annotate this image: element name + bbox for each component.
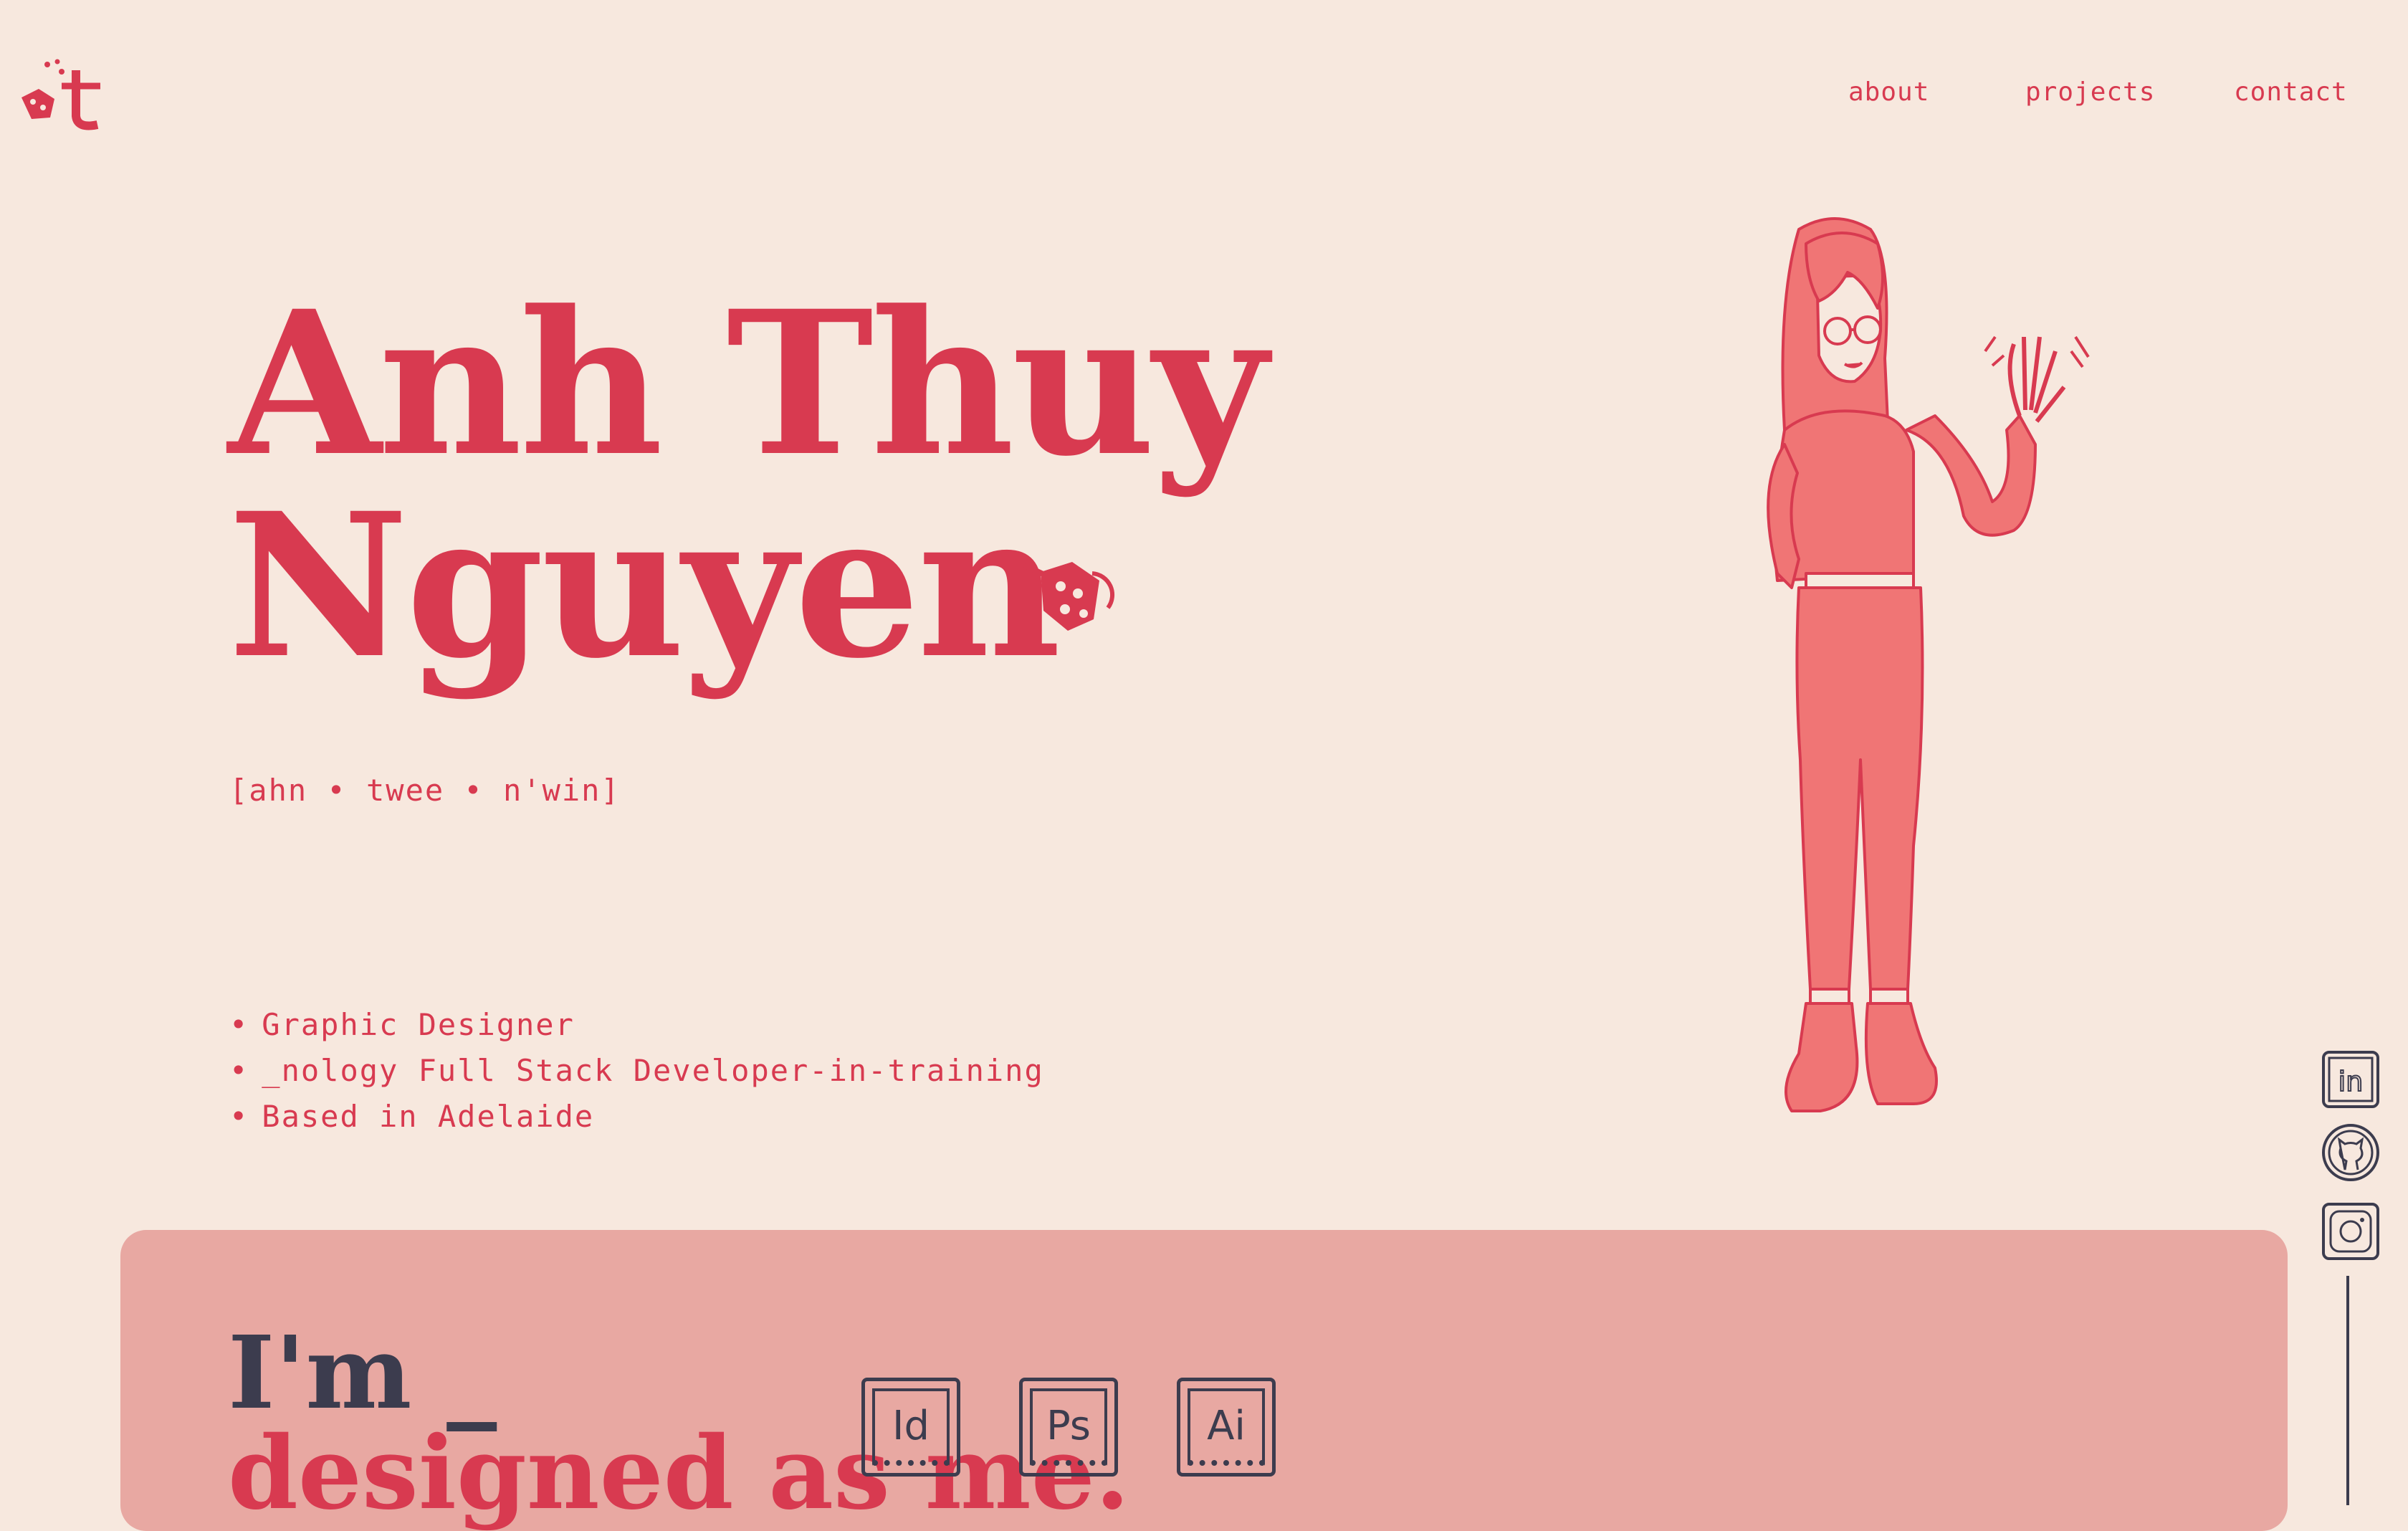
tool-label: Ai — [1188, 1388, 1265, 1466]
hero-last-name: Nguyen — [228, 470, 1061, 702]
character-illustration — [1767, 217, 2090, 1112]
linkedin-icon[interactable]: in — [2321, 1049, 2381, 1110]
nav-about[interactable]: about — [1848, 77, 1929, 107]
social-divider-line — [2346, 1276, 2349, 1505]
indesign-icon: Id — [861, 1378, 960, 1477]
github-icon[interactable] — [2321, 1122, 2381, 1183]
intro-heading: I'm _ — [228, 1315, 497, 1432]
role-item: Graphic Designer — [229, 1002, 1044, 1048]
tool-label: Id — [872, 1388, 950, 1466]
berry-doodle-icon — [1023, 562, 1114, 631]
logo[interactable] — [17, 57, 103, 136]
pronunciation: [ahn • twee • n'win] — [229, 773, 621, 808]
instagram-icon[interactable] — [2321, 1201, 2381, 1261]
svg-text:in: in — [2338, 1066, 2364, 1097]
roles-list: Graphic Designer _nology Full Stack Deve… — [229, 1002, 1044, 1140]
illustrator-icon: Ai — [1177, 1378, 1276, 1477]
hero-first-name: Anh Thuy — [228, 268, 1268, 500]
role-item: _nology Full Stack Developer-in-training — [229, 1048, 1044, 1094]
role-item: Based in Adelaide — [229, 1094, 1044, 1140]
intro-subheading: designed as me. — [228, 1415, 1130, 1531]
nav-contact[interactable]: contact — [2234, 77, 2348, 107]
nav-projects[interactable]: projects — [2025, 77, 2155, 107]
tool-label: Ps — [1030, 1388, 1107, 1466]
intro-panel: I'm _ designed as me. Id Ps Ai — [120, 1230, 2288, 1531]
photoshop-icon: Ps — [1019, 1378, 1118, 1477]
